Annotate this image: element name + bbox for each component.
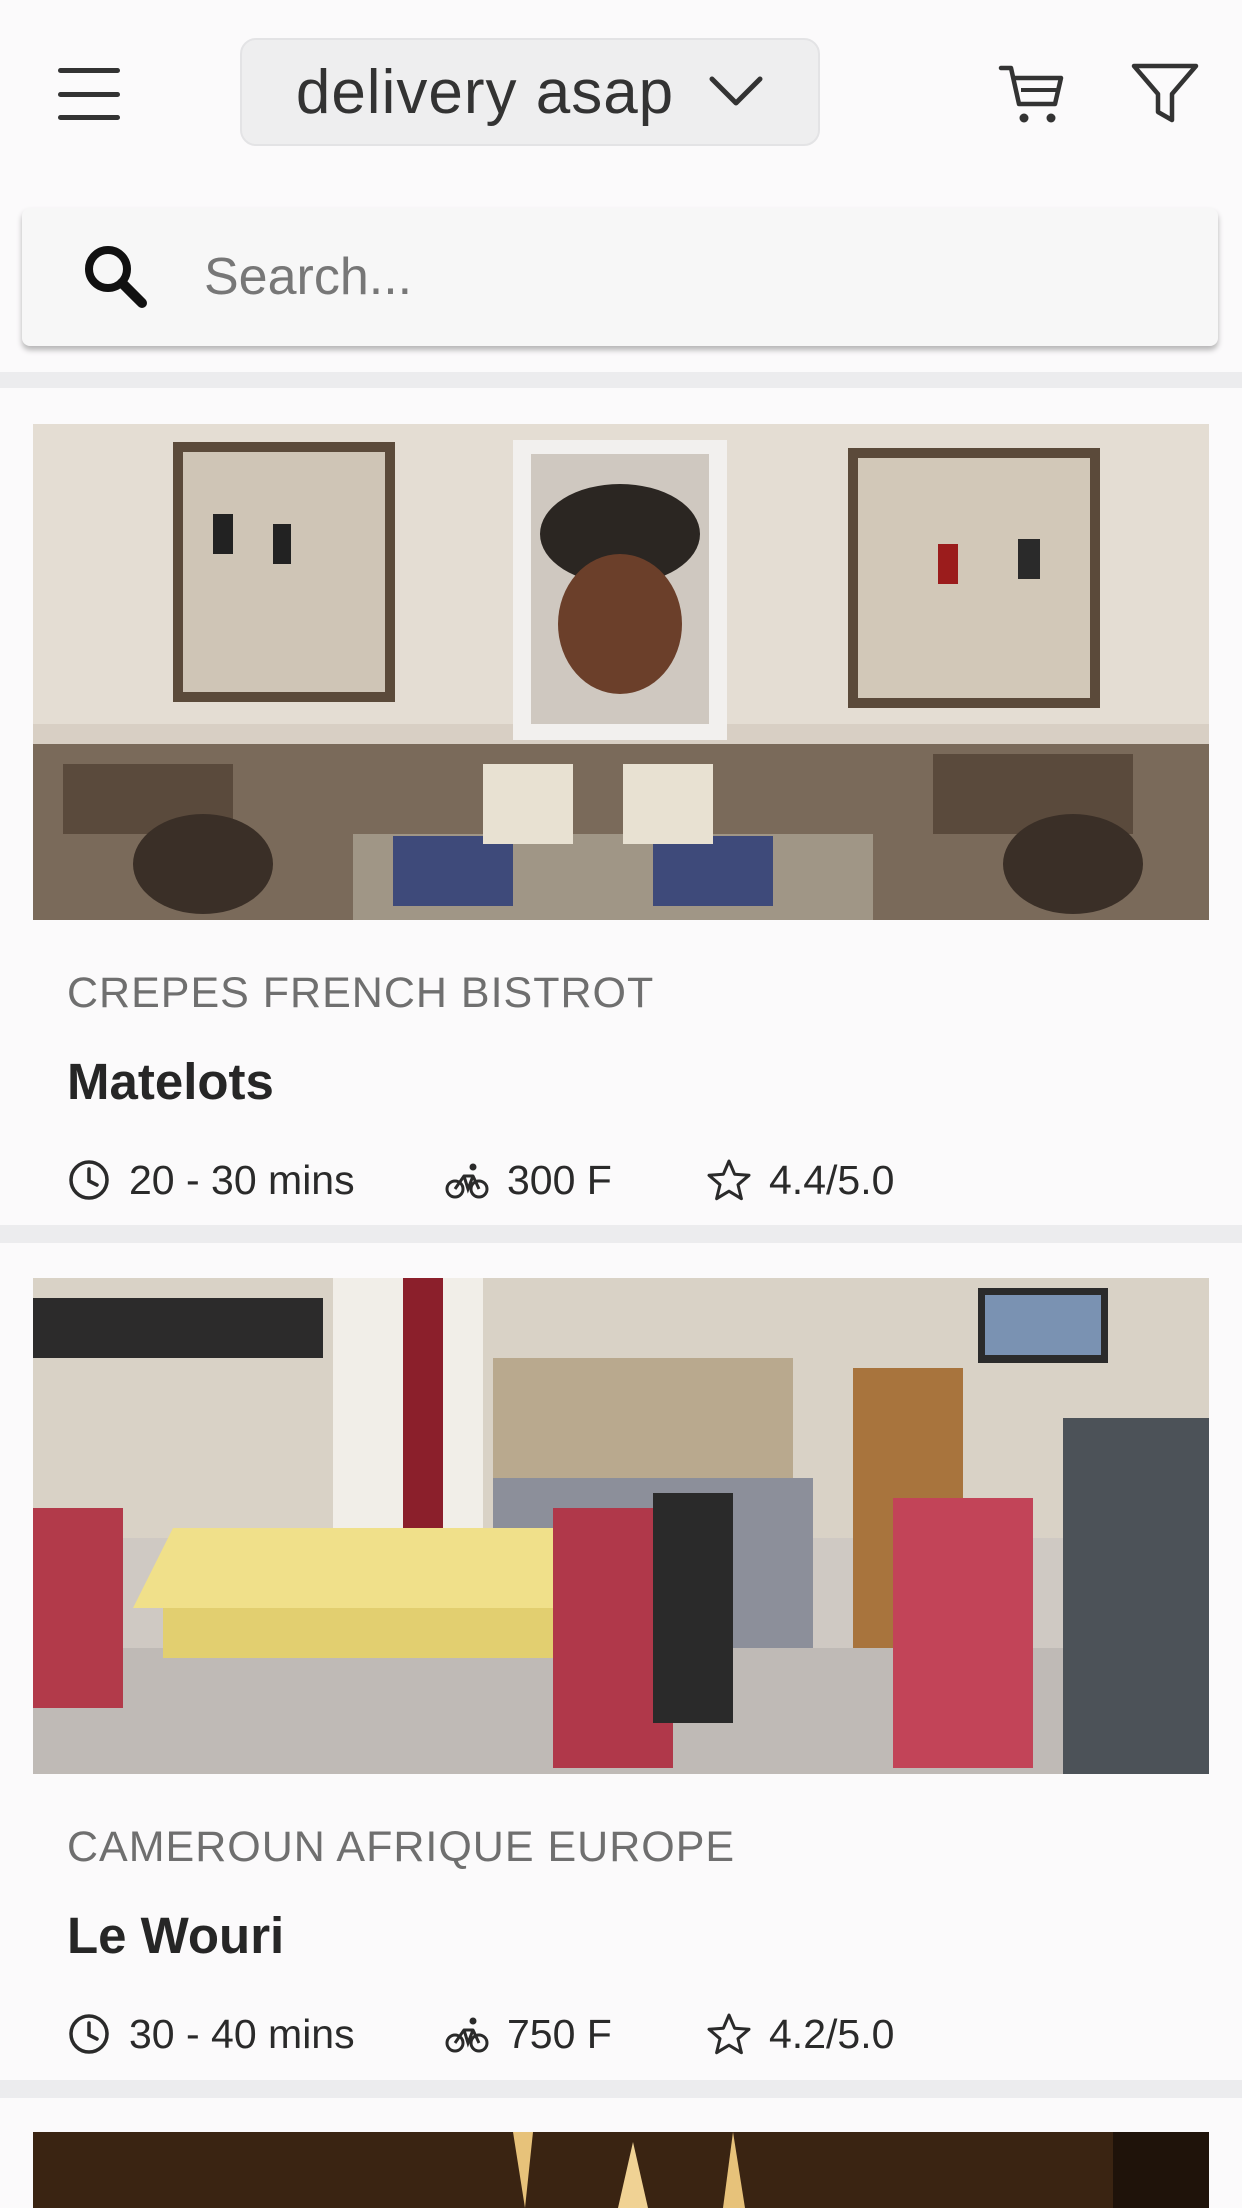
delivery-fee-text: 750 F [507,2010,612,2057]
delivery-time-text: 20 - 30 mins [129,1156,355,1203]
delivery-fee-text: 300 F [507,1156,612,1203]
rating: 4.4/5.0 [707,1157,894,1204]
top-bar: delivery asap [0,0,1242,190]
restaurant-meta: 30 - 40 mins 750 F 4.2/5.0 [67,2004,894,2064]
rating: 4.2/5.0 [707,2011,894,2058]
restaurant-photo [33,1278,1209,1774]
clock-icon [69,1160,109,1200]
filter-icon[interactable] [1128,56,1202,130]
star-icon [707,2013,751,2055]
rating-text: 4.4/5.0 [769,1156,895,1203]
restaurant-name: Le Wouri [67,1907,285,1964]
delivery-time-text: 30 - 40 mins [129,2010,355,2057]
cart-icon[interactable] [995,56,1069,130]
clock-icon [69,2014,109,2054]
restaurant-meta: 20 - 30 mins 300 F 4.4/5.0 [67,1150,894,1210]
search-input[interactable] [202,246,1106,308]
search-bar [22,208,1218,346]
restaurant-card[interactable] [0,2132,1242,2208]
restaurant-photo [33,2132,1209,2208]
delivery-time: 30 - 40 mins [67,2011,445,2058]
delivery-fee: 300 F [445,1157,707,1204]
restaurant-photo [33,424,1209,920]
restaurant-card[interactable]: CREPES FRENCH BISTROT Matelots 20 - 30 m… [0,424,1242,1224]
delivery-mode-select[interactable]: delivery asap [240,38,820,146]
section-divider [0,1225,1242,1243]
delivery-time: 20 - 30 mins [67,1157,445,1204]
restaurant-card[interactable]: CAMEROUN AFRIQUE EUROPE Le Wouri 30 - 40… [0,1278,1242,2078]
section-divider [0,2080,1242,2098]
rating-text: 4.2/5.0 [769,2010,895,2057]
restaurant-category: CAMEROUN AFRIQUE EUROPE [67,1823,736,1871]
delivery-fee: 750 F [445,2011,707,2058]
section-divider [0,372,1242,388]
restaurant-category: CREPES FRENCH BISTROT [67,969,655,1017]
star-icon [707,1159,751,1201]
search-icon [85,246,147,308]
chevron-down-icon [709,76,763,106]
bicycle-icon [445,1163,489,1199]
bicycle-icon [445,2017,489,2053]
restaurant-name: Matelots [67,1053,274,1110]
hamburger-menu-icon[interactable] [58,68,128,120]
delivery-mode-label: delivery asap [295,57,675,127]
